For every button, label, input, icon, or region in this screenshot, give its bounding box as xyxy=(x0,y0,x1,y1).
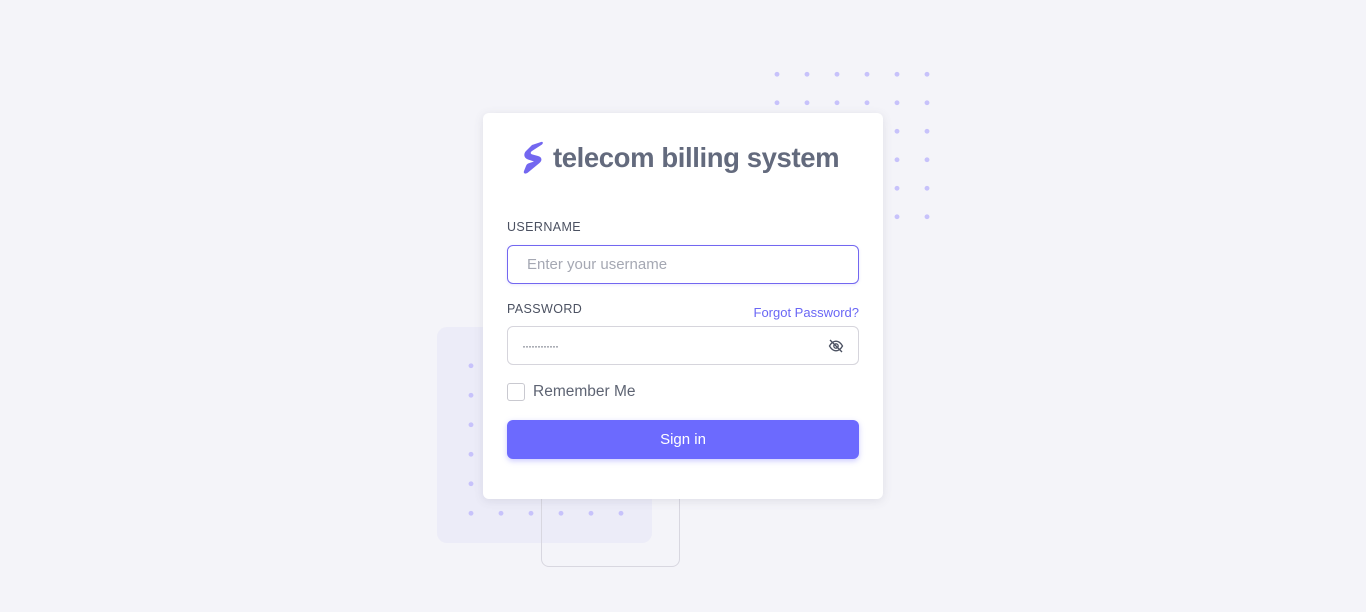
password-input[interactable] xyxy=(508,327,858,364)
remember-me-label: Remember Me xyxy=(533,383,636,400)
username-input[interactable] xyxy=(508,246,858,283)
eye-off-icon[interactable] xyxy=(828,339,844,353)
login-page: telecom billing system USERNAME PASSWORD… xyxy=(0,0,1366,612)
login-card: telecom billing system USERNAME PASSWORD… xyxy=(483,113,883,499)
remember-me[interactable]: Remember Me xyxy=(507,383,636,401)
forgot-password-link[interactable]: Forgot Password? xyxy=(754,305,860,320)
brand-s-logo-icon xyxy=(523,141,543,174)
brand-name: telecom billing system xyxy=(553,142,840,173)
username-field-wrapper xyxy=(507,245,859,284)
password-label: PASSWORD xyxy=(507,302,583,316)
password-field-wrapper xyxy=(507,326,859,365)
brand: telecom billing system xyxy=(521,141,840,175)
username-label: USERNAME xyxy=(507,220,582,234)
remember-me-checkbox[interactable] xyxy=(507,383,525,401)
sign-in-button[interactable]: Sign in xyxy=(507,420,859,459)
